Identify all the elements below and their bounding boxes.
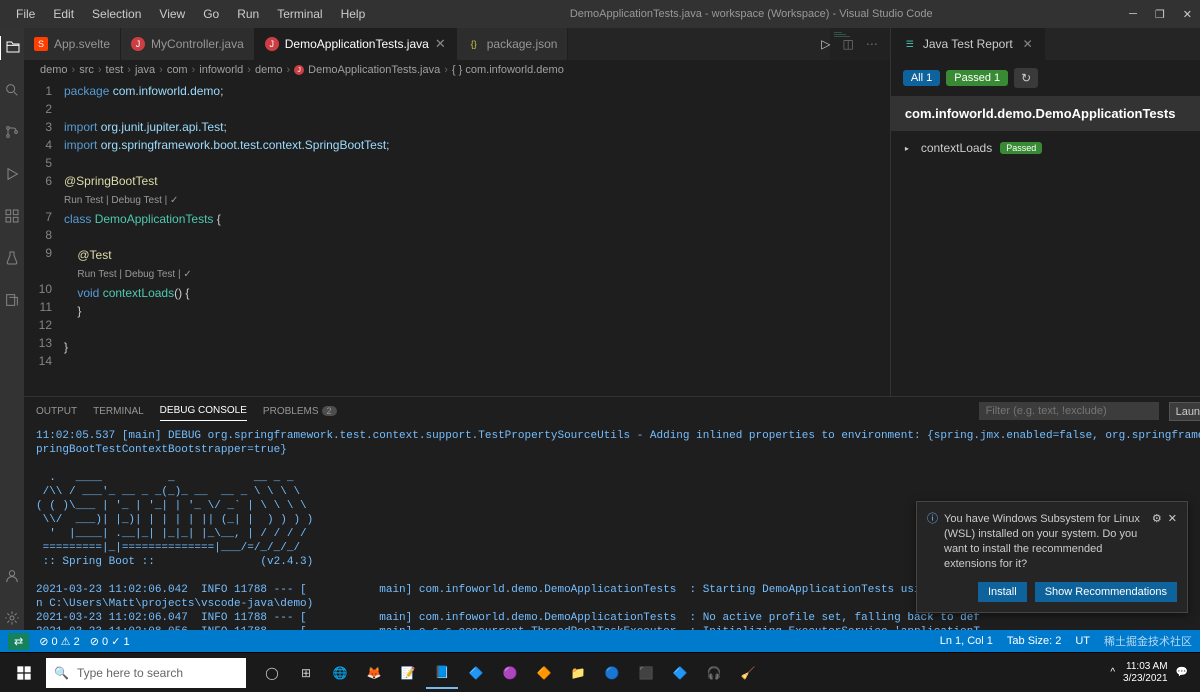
menu-file[interactable]: File — [8, 3, 43, 25]
window-controls: ─ ❐ ✕ — [1129, 8, 1192, 21]
install-button[interactable]: Install — [978, 582, 1027, 602]
test-method-row[interactable]: ▸ contextLoads Passed 0.67s ↻ — [891, 131, 1200, 165]
close-icon[interactable]: ✕ — [435, 36, 446, 52]
explorer-icon[interactable]: 📁 — [562, 657, 594, 689]
eclipse-icon[interactable]: 🟣 — [494, 657, 526, 689]
start-button[interactable] — [4, 657, 44, 689]
menu-go[interactable]: Go — [195, 3, 227, 25]
status-encoding[interactable]: UT — [1075, 635, 1090, 647]
tab-demo-tests[interactable]: JDemoApplicationTests.java✕ — [255, 28, 457, 60]
references-icon[interactable] — [0, 288, 24, 312]
status-ln-col[interactable]: Ln 1, Col 1 — [940, 635, 993, 647]
menu-selection[interactable]: Selection — [84, 3, 149, 25]
breadcrumb[interactable]: demo› src› test› java› com› infoworld› d… — [24, 60, 890, 80]
tray-expand-icon[interactable]: ^ — [1110, 667, 1115, 678]
info-icon: ⓘ — [927, 512, 938, 572]
firefox-icon[interactable]: 🦊 — [358, 657, 390, 689]
status-ports[interactable]: ⊘ 0 ✓ 1 — [90, 635, 130, 648]
launch-config-dropdown[interactable]: Launch Java Tests - 916 ▾ — [1169, 402, 1200, 421]
tab-mycontroller[interactable]: JMyController.java — [121, 28, 255, 60]
test-class-title: com.infoworld.demo.DemoApplicationTests — [891, 96, 1200, 131]
menu-run[interactable]: Run — [229, 3, 267, 25]
windows-taskbar: 🔍Type here to search ◯ ⊞ 🌐 🦊 📝 📘 🔷 🟣 🔶 📁… — [0, 652, 1200, 692]
test-icon[interactable] — [0, 246, 24, 270]
run-debug-icon[interactable] — [0, 162, 24, 186]
notifications-icon[interactable]: 💬 — [1176, 667, 1188, 678]
maximize-icon[interactable]: ❐ — [1155, 8, 1165, 21]
vscode-icon[interactable]: 📘 — [426, 657, 458, 689]
panel-terminal[interactable]: TERMINAL — [93, 402, 144, 421]
powershell-icon[interactable]: 🔷 — [664, 657, 696, 689]
filter-all[interactable]: All 1 — [903, 70, 940, 86]
app-icon-1[interactable]: 🔷 — [460, 657, 492, 689]
app-icon-3[interactable]: 🎧 — [698, 657, 730, 689]
status-tab-size[interactable]: Tab Size: 2 — [1007, 635, 1061, 647]
gear-icon[interactable]: ⚙ — [1152, 512, 1162, 572]
explorer-icon[interactable] — [0, 36, 23, 60]
notepad-icon[interactable]: 📝 — [392, 657, 424, 689]
remote-icon[interactable]: ⇄ — [8, 633, 29, 650]
tab-test-report[interactable]: ☰Java Test Report✕ — [891, 28, 1045, 60]
menu-bar: File Edit Selection View Go Run Terminal… — [8, 3, 373, 25]
close-icon[interactable]: ✕ — [1183, 8, 1192, 21]
search-icon[interactable] — [0, 78, 24, 102]
taskbar-search[interactable]: 🔍Type here to search — [46, 658, 246, 688]
menu-edit[interactable]: Edit — [45, 3, 82, 25]
show-recommendations-button[interactable]: Show Recommendations — [1035, 582, 1177, 602]
source-control-icon[interactable] — [0, 120, 24, 144]
minimize-icon[interactable]: ─ — [1129, 8, 1137, 21]
panel-filter-input[interactable] — [979, 402, 1159, 420]
task-view-icon[interactable]: ◯ — [256, 657, 288, 689]
taskbar-clock[interactable]: 11:03 AM 3/23/2021 — [1123, 661, 1168, 685]
panel-output[interactable]: OUTPUT — [36, 402, 77, 421]
history-icon[interactable]: ↻ — [1014, 68, 1038, 88]
cmd-icon[interactable]: ⬛ — [630, 657, 662, 689]
app-icon-4[interactable]: 🧹 — [732, 657, 764, 689]
title-bar: File Edit Selection View Go Run Terminal… — [0, 0, 1200, 28]
code-editor: SApp.svelte JMyController.java JDemoAppl… — [24, 28, 890, 396]
close-icon[interactable]: ✕ — [1168, 512, 1177, 572]
minimap[interactable]: ▬▬▬▬▬▬▬▬▬▬▬▬▬▬▬▬▬▬ — [830, 28, 890, 396]
code-content[interactable]: 1234567891011121314 package com.infoworl… — [24, 80, 890, 370]
tab-app-svelte[interactable]: SApp.svelte — [24, 28, 121, 60]
menu-terminal[interactable]: Terminal — [269, 3, 330, 25]
account-icon[interactable] — [0, 564, 24, 588]
cortana-icon[interactable]: ⊞ — [290, 657, 322, 689]
watermark: 稀土掘金技术社区 — [1104, 633, 1192, 649]
wsl-notification: ⓘYou have Windows Subsystem for Linux (W… — [916, 501, 1188, 613]
menu-help[interactable]: Help — [333, 3, 374, 25]
settings-icon[interactable] — [0, 606, 24, 630]
editor-tabs: SApp.svelte JMyController.java JDemoAppl… — [24, 28, 890, 60]
tab-package-json[interactable]: {}package.json — [457, 28, 569, 60]
search-icon: 🔍 — [54, 666, 69, 680]
window-title: DemoApplicationTests.java - workspace (W… — [373, 8, 1129, 20]
panel-debug-console[interactable]: DEBUG CONSOLE — [160, 401, 247, 421]
close-icon[interactable]: ✕ — [1023, 37, 1033, 51]
app-icon-2[interactable]: 🔶 — [528, 657, 560, 689]
test-report-pane: ☰Java Test Report✕ ⋯ All 1 Passed 1 ↻ co… — [890, 28, 1200, 396]
status-bar: ⇄ ⊘ 0 ⚠ 2 ⊘ 0 ✓ 1 Ln 1, Col 1 Tab Size: … — [0, 630, 1200, 652]
extensions-icon[interactable] — [0, 204, 24, 228]
status-errors[interactable]: ⊘ 0 ⚠ 2 — [39, 635, 80, 648]
chrome-icon[interactable]: 🌐 — [324, 657, 356, 689]
filter-passed[interactable]: Passed 1 — [946, 70, 1008, 86]
panel-problems[interactable]: PROBLEMS2 — [263, 402, 337, 421]
menu-view[interactable]: View — [151, 3, 193, 25]
edge-icon[interactable]: 🔵 — [596, 657, 628, 689]
activity-bar — [0, 28, 24, 630]
